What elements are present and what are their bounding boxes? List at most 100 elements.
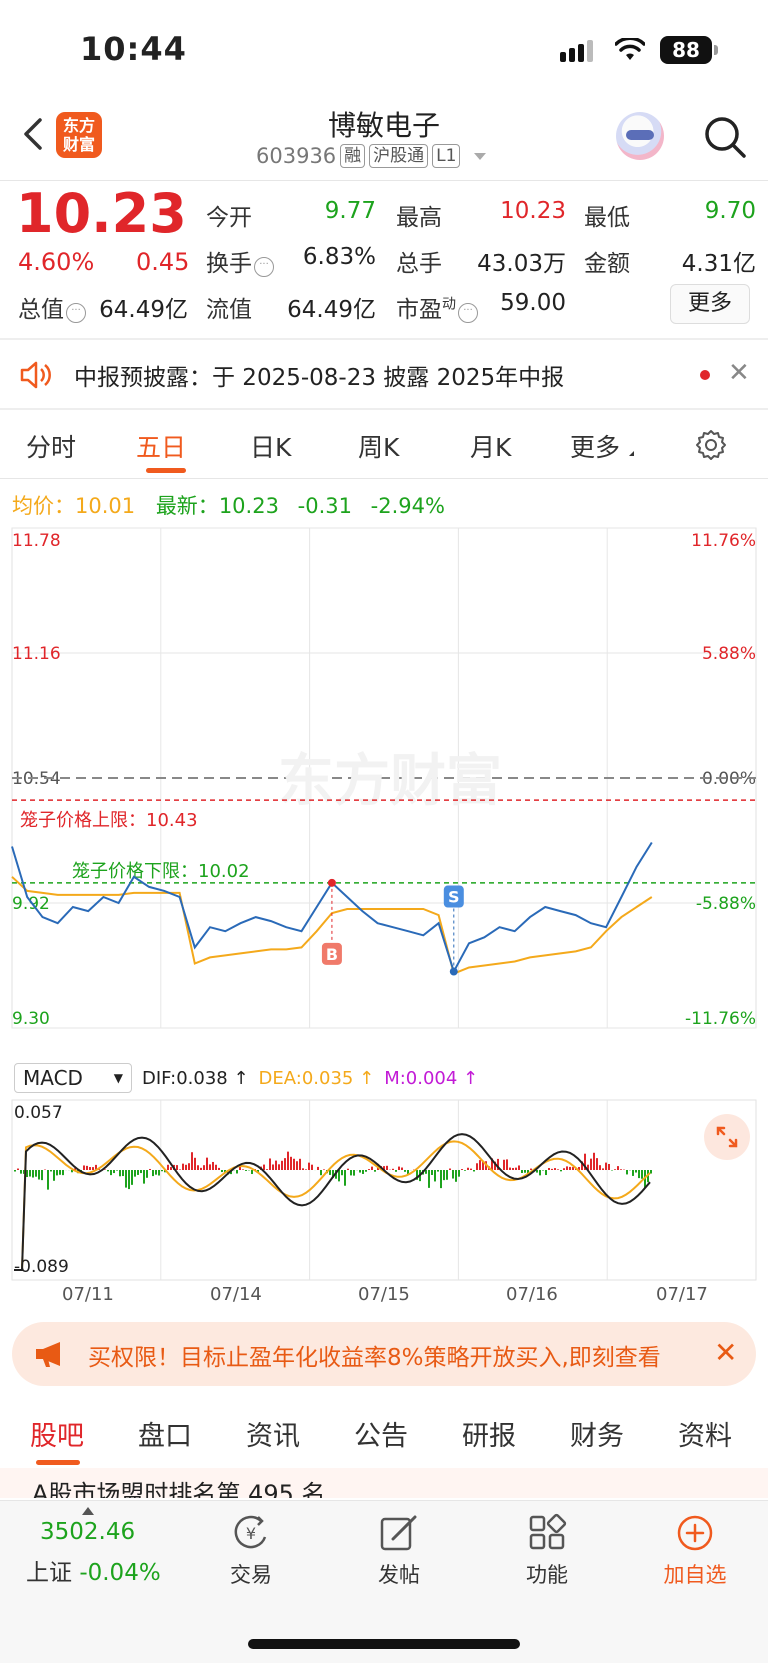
macd-histogram-bar [599,1165,601,1170]
functions-button[interactable]: 功能 [492,1513,602,1589]
tab-intraday[interactable]: 分时 [26,428,76,464]
macd-dea-line [14,1140,651,1271]
macd-histogram-bar [506,1159,508,1170]
tab-orderbook[interactable]: 盘口 [138,1414,192,1453]
macd-histogram-bar [104,1169,106,1170]
macd-legend: MACD ▼ DIF:0.038 ↑ DEA:0.035 ↑ M:0.004 ↑ [14,1062,478,1094]
fullscreen-expand-icon[interactable] [704,1114,750,1160]
macd-histogram-bar [50,1170,52,1172]
macd-histogram-bar [365,1170,367,1172]
tab-daily-k[interactable]: 日K [250,428,291,464]
info-icon[interactable]: ··· [66,303,86,323]
macd-histogram-bar [542,1170,544,1171]
macd-histogram-bar [38,1170,40,1180]
more-button[interactable]: 更多 [670,284,750,324]
close-icon[interactable]: ✕ [714,1336,737,1369]
index-info[interactable]: 上证 -0.04% [26,1553,161,1587]
macd-histogram-bar [278,1164,280,1170]
macd-histogram-bar [137,1170,139,1175]
macd-histogram-bar [503,1159,505,1170]
macd-histogram-bar [29,1170,31,1177]
tab-monthly-k[interactable]: 月K [470,428,511,464]
search-icon[interactable] [700,112,750,162]
tab-five-day[interactable]: 五日 [136,428,186,464]
m-label: M:0.004 ↑ [384,1067,479,1089]
macd-histogram-bar [524,1170,526,1173]
status-bar: 10:44 88 [0,0,768,100]
date-tick: 07/15 [358,1284,410,1305]
stat-value: 4.31亿 [681,251,756,277]
indicator-selector[interactable]: MACD ▼ [14,1063,132,1093]
tab-weekly-k[interactable]: 周K [358,428,399,464]
macd-histogram-bar [353,1170,355,1176]
macd-histogram-bar [245,1170,247,1171]
info-icon[interactable]: ··· [254,257,274,277]
y-axis-percent-label: -5.88% [696,894,756,914]
info-icon[interactable]: ··· [458,303,478,323]
post-label: 发帖 [378,1563,420,1587]
tab-research[interactable]: 研报 [462,1414,516,1453]
upper-limit-label: 笼子价格上限：10.43 [20,810,198,831]
tab-announcements[interactable]: 公告 [354,1414,408,1453]
macd-histogram-bar [350,1170,352,1176]
stat-label: 总值 [18,297,64,323]
macd-histogram-bar [272,1164,274,1170]
tab-more-label: 更多 [570,433,621,462]
assistant-robot-icon[interactable] [616,112,664,160]
index-value[interactable]: 3502.46 [40,1519,135,1545]
macd-histogram-bar [188,1163,190,1170]
stat-value: 59.00 [500,290,566,316]
macd-histogram-bar [539,1170,541,1176]
stock-subtitle[interactable]: 603936 融 沪股通 L1 [256,144,487,168]
macd-histogram-bar [218,1167,220,1170]
add-watchlist-button[interactable]: 加自选 [640,1513,750,1589]
macd-histogram-bar [341,1170,343,1176]
tab-profile[interactable]: 资料 [678,1414,732,1453]
macd-histogram-bar [461,1169,463,1170]
macd-histogram-bar [146,1170,148,1178]
stat-label: 金额 [584,251,630,277]
megaphone-icon [36,1342,60,1367]
price-summary: 均价：10.01 最新：10.23 -0.31 -2.94% [12,490,445,520]
tab-forum[interactable]: 股吧 [30,1414,84,1453]
post-button[interactable]: 发帖 [344,1513,454,1589]
tab-financials[interactable]: 财务 [570,1414,624,1453]
macd-histogram-bar [359,1170,361,1173]
feed-peek[interactable]: A股市场盟时排名第 495 名 [0,1468,768,1498]
macd-histogram-bar [242,1169,244,1170]
macd-histogram-bar [107,1170,109,1172]
edit-icon [380,1515,417,1551]
dea-value: DEA:0.035 [258,1067,354,1089]
active-tab-indicator [146,468,186,473]
divider [0,408,768,410]
macd-histogram-bar [275,1160,277,1170]
gear-icon[interactable] [694,428,728,462]
apps-grid-icon [529,1513,567,1550]
macd-histogram-bar [53,1170,55,1181]
macd-histogram-bar [194,1157,196,1170]
close-icon[interactable]: ✕ [728,358,750,388]
macd-histogram-bar [206,1157,208,1170]
y-axis-percent-label: 11.76% [691,531,756,551]
macd-histogram-bar [638,1170,640,1179]
macd-histogram-bar [17,1168,19,1170]
macd-histogram-bar [626,1170,628,1175]
macd-histogram-bar [446,1170,448,1180]
trade-button[interactable]: ¥ 交易 [196,1513,306,1589]
stock-code: 603936 [256,144,337,168]
tab-more[interactable]: 更多 [570,428,635,464]
promo-banner[interactable]: 买权限！目标止盈年化收益率8%策略开放买入,即刻查看 ✕ [12,1322,756,1386]
macd-histogram-bar [635,1170,637,1173]
stat-value: 64.49亿 [99,297,188,323]
notice-bar[interactable]: 中报预披露：于 2025-08-23 披露 2025年中报 ✕ [0,340,768,408]
expand-up-icon[interactable] [82,1507,94,1515]
macd-histogram-bar [521,1170,523,1173]
five-day-chart[interactable]: 11.78 11.76% 11.16 5.88% 10.54 0.00% 9.92 -5.88… [0,520,768,1300]
tab-news[interactable]: 资讯 [246,1414,300,1453]
banner-text: 买权限！目标止盈年化收益率8%策略开放买入,即刻查看 [88,1345,661,1371]
macd-histogram-bar [590,1158,592,1170]
macd-histogram-bar [347,1168,349,1170]
macd-histogram-bar [299,1158,301,1170]
macd-histogram-bar [47,1170,49,1190]
lower-limit-label: 笼子价格下限：10.02 [72,861,250,882]
